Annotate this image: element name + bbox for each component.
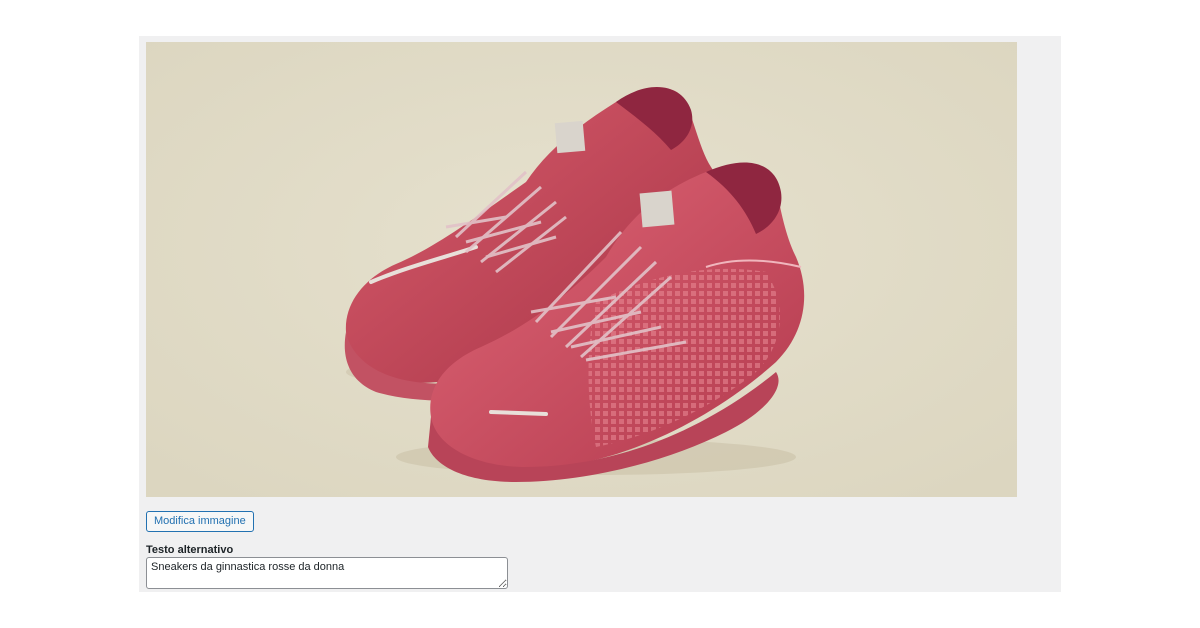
- alt-text-field[interactable]: Sneakers da ginnastica rosse da donna: [146, 557, 508, 589]
- product-image: [146, 42, 1017, 497]
- edit-image-button[interactable]: Modifica immagine: [146, 511, 254, 532]
- alt-text-label: Testo alternativo: [146, 544, 234, 556]
- sneakers-illustration: [146, 42, 1017, 497]
- attachment-details-panel: Modifica immagine Testo alternativo Snea…: [139, 36, 1061, 592]
